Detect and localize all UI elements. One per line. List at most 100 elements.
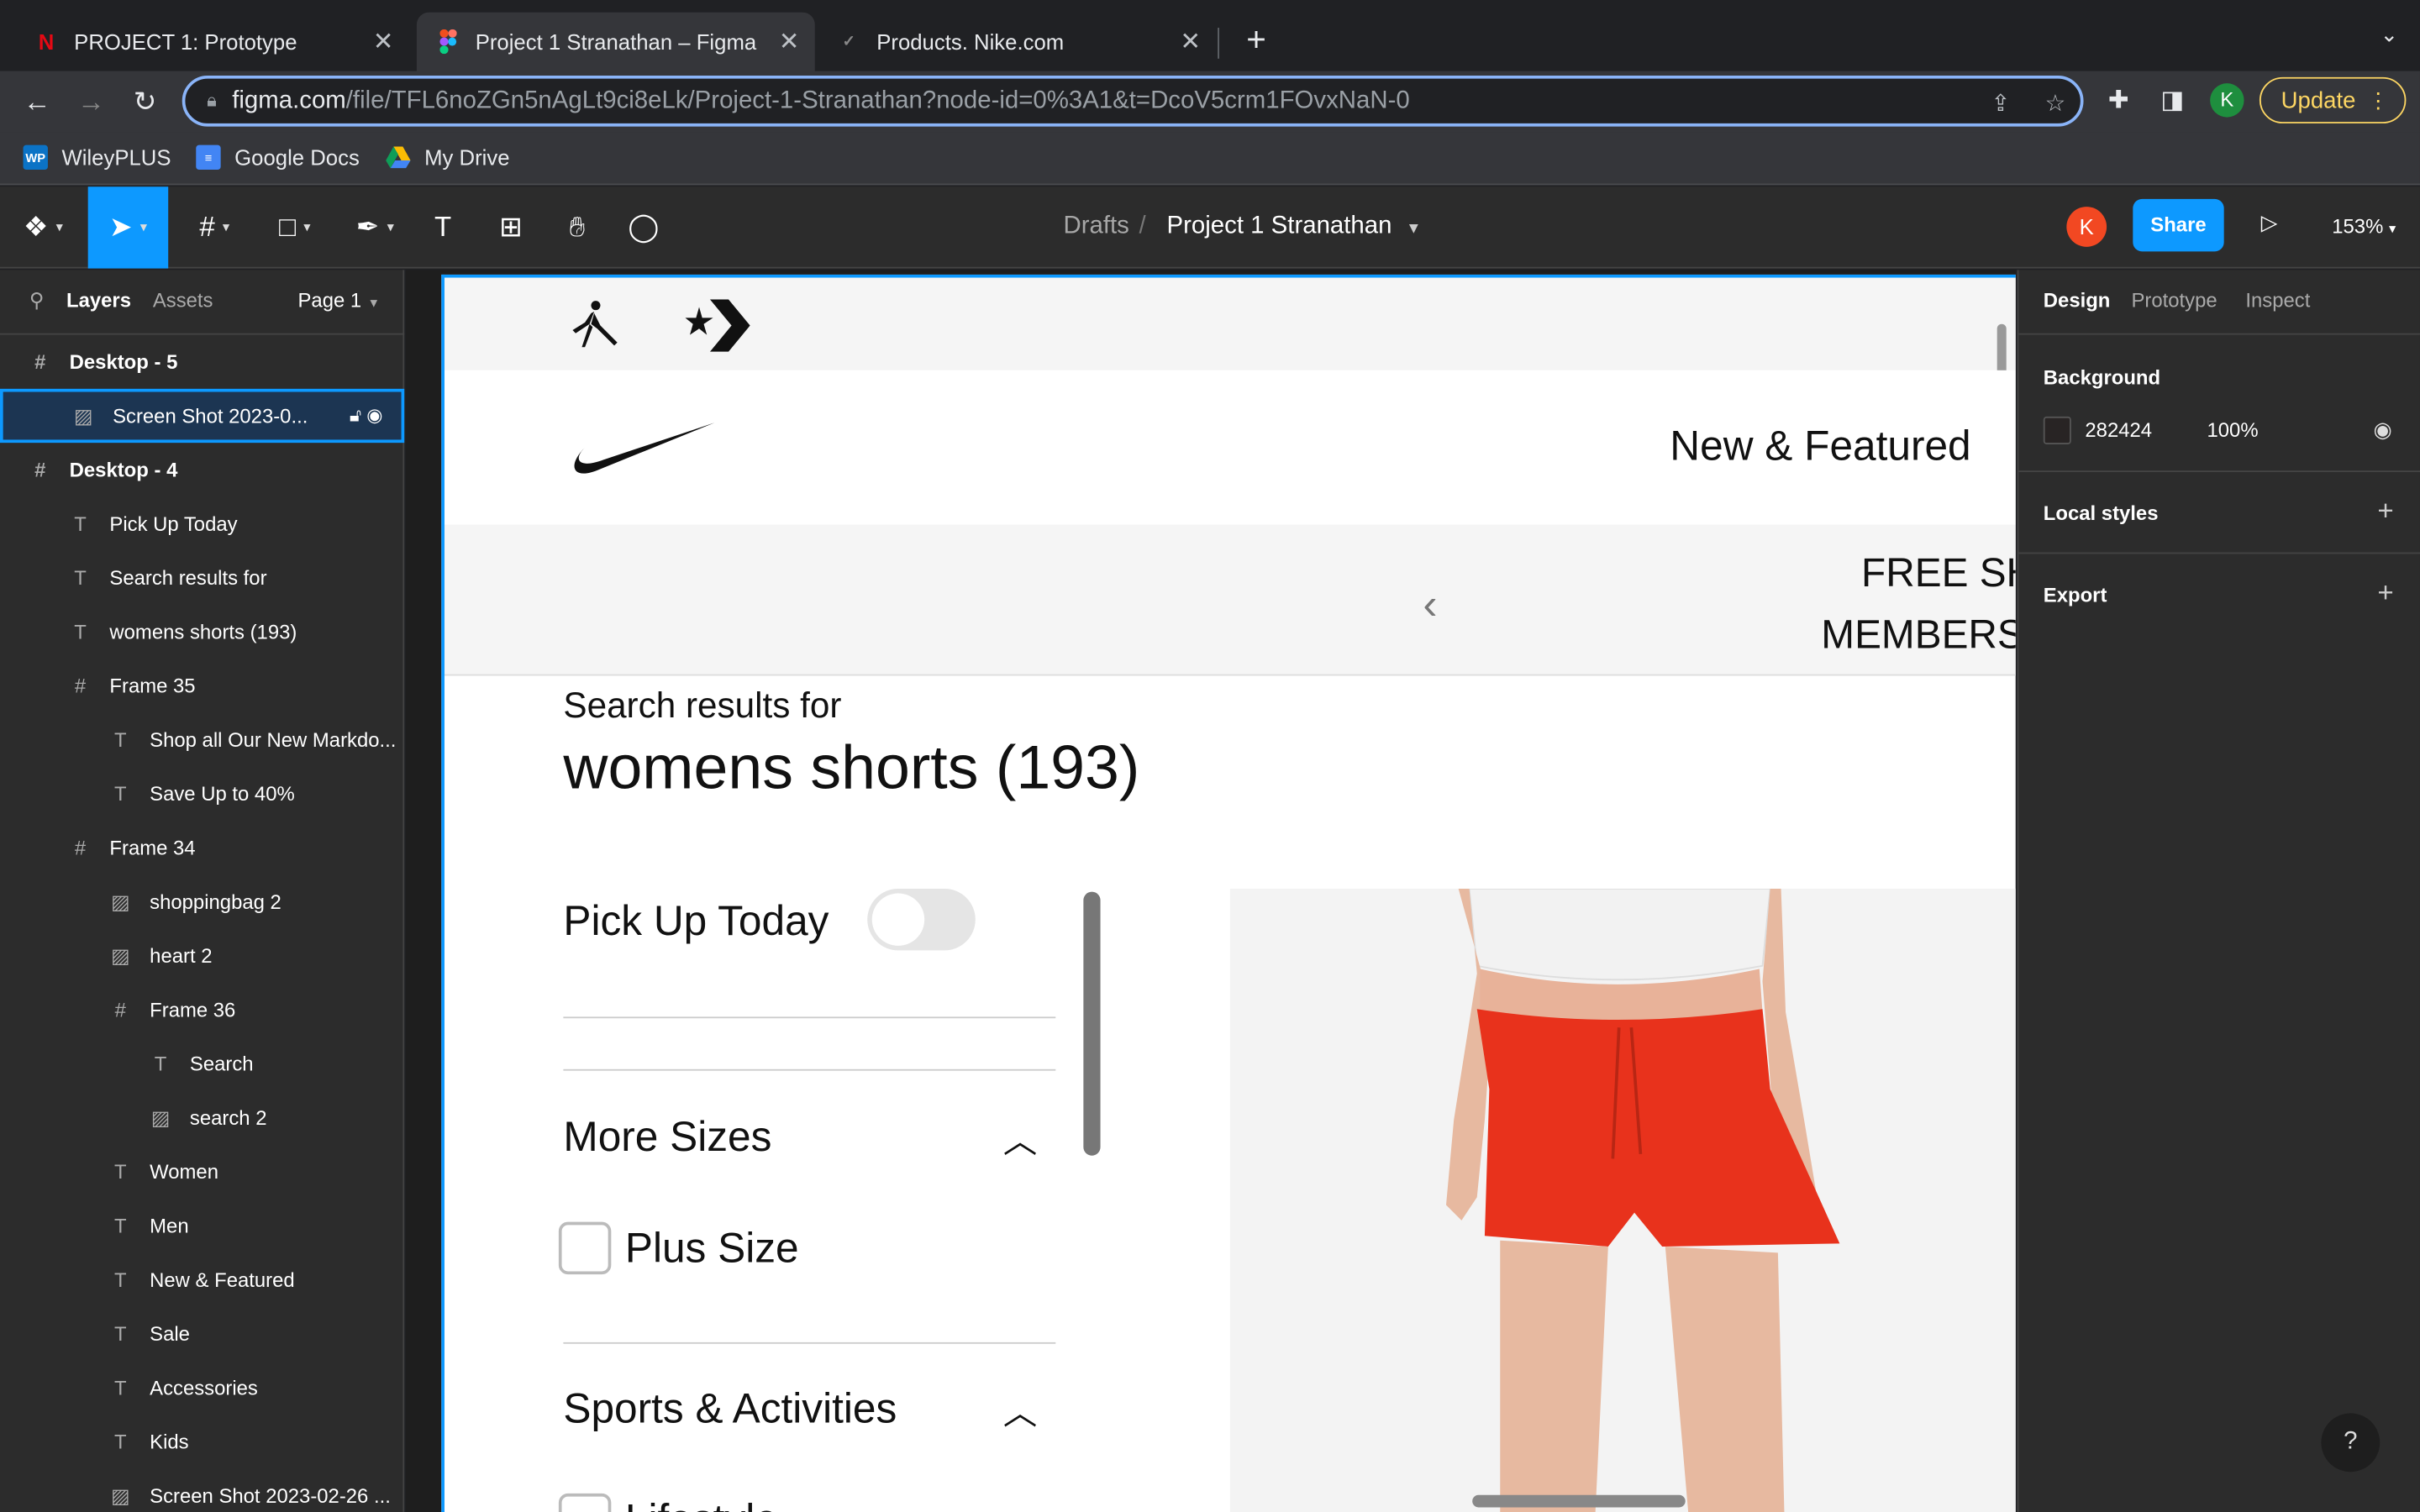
tab-figma[interactable]: Project 1 Stranathan – Figma ✕	[416, 12, 815, 71]
layer-row[interactable]: ▨ Screen Shot 2023-02-26 ...	[0, 1469, 404, 1512]
figma-main-menu[interactable]: ❖ ▾	[0, 186, 87, 268]
tab-prototype[interactable]: Prototype	[2131, 288, 2217, 312]
layer-row[interactable]: ▨ Screen Shot 2023-0... 🔓︎ ◉	[0, 388, 405, 444]
side-panel-icon[interactable]: ◨	[2160, 85, 2184, 116]
pen-tool[interactable]: ✒ ▾	[335, 186, 416, 268]
bookmark-google-docs[interactable]: ≡ Google Docs	[196, 144, 360, 171]
resources-tool[interactable]: ⊞	[487, 186, 536, 268]
frame-hash-icon: #	[199, 211, 215, 243]
sports-activities-heading[interactable]: Sports & Activities	[563, 1385, 897, 1433]
product-photo-red-shorts[interactable]	[1229, 888, 2016, 1512]
image-layer-icon: ▨	[73, 403, 93, 427]
layer-row[interactable]: ▨ shoppingbag 2	[0, 874, 404, 928]
lifestyle-checkbox[interactable]	[558, 1493, 612, 1512]
tab-nike[interactable]: ✓ Products. Nike.com ✕	[818, 13, 1216, 71]
background-hex-input[interactable]: 282424	[2085, 418, 2152, 442]
new-tab-button[interactable]: +	[1234, 18, 1277, 61]
layer-row[interactable]: T Women	[0, 1145, 404, 1199]
close-icon[interactable]: ✕	[1180, 26, 1201, 57]
file-title[interactable]: Project 1 Stranathan	[1167, 213, 1392, 240]
chevron-down-icon[interactable]: ▼	[1406, 221, 1421, 238]
layer-row[interactable]: Twomens shorts (193)	[0, 605, 404, 659]
eye-visibility-icon[interactable]: ◉	[2373, 417, 2391, 443]
bookmark-my-drive[interactable]: My Drive	[386, 145, 510, 170]
layer-row[interactable]: # Frame 34	[0, 821, 404, 874]
layer-row[interactable]: T Kids	[0, 1415, 404, 1468]
layer-row[interactable]: # Desktop - 4	[0, 443, 404, 496]
layer-row[interactable]: ▨ search 2	[0, 1091, 404, 1145]
present-play-icon[interactable]: ▷	[2261, 210, 2278, 236]
bookmark-label: Google Docs	[234, 144, 360, 171]
zoom-level[interactable]: 153% ▾	[2332, 214, 2396, 238]
layer-row[interactable]: T Men	[0, 1199, 404, 1252]
nav-new-featured[interactable]: New & Featured	[1670, 423, 1970, 470]
bookmark-wileyplus[interactable]: WP WileyPLUS	[23, 144, 171, 171]
background-opacity-input[interactable]: 100%	[2207, 418, 2258, 442]
layer-row[interactable]: # Frame 36	[0, 983, 404, 1037]
layer-row[interactable]: T Search results for	[0, 551, 404, 605]
close-icon[interactable]: ✕	[779, 26, 800, 57]
help-button[interactable]: ?	[2321, 1413, 2381, 1473]
tab-search-chevron-icon[interactable]: ⌄	[2381, 22, 2399, 48]
lock-eye-icons[interactable]: 🔓︎ ◉	[350, 404, 383, 428]
reload-icon[interactable]: ↻	[124, 81, 166, 123]
resources-icon: ⊞	[499, 211, 523, 243]
share-button[interactable]: Share	[2133, 198, 2224, 252]
add-plus-icon[interactable]: +	[2377, 577, 2393, 610]
text-tool[interactable]: T	[418, 186, 468, 268]
search-icon[interactable]: ⚲	[29, 288, 45, 312]
shape-tool[interactable]: □ ▾	[255, 186, 335, 268]
update-button[interactable]: Update ⋮	[2259, 76, 2407, 123]
move-tool[interactable]: ➤ ▾	[87, 186, 169, 269]
image-layer-icon: ▨	[150, 1105, 171, 1129]
bookmark-star-icon[interactable]: ☆	[2045, 90, 2066, 117]
image-layer-icon: ▨	[110, 943, 130, 967]
layer-row[interactable]: T Sale	[0, 1307, 404, 1361]
add-plus-icon[interactable]: +	[2377, 496, 2393, 528]
layer-row[interactable]: T New & Featured	[0, 1252, 404, 1306]
frame-layer-icon: #	[74, 836, 87, 860]
frame-tool[interactable]: # ▾	[175, 186, 255, 268]
tab-design[interactable]: Design	[2044, 288, 2111, 312]
breadcrumb-drafts[interactable]: Drafts	[1063, 213, 1128, 240]
tab-assets[interactable]: Assets	[153, 288, 213, 312]
hand-tool[interactable]: ✋︎	[553, 186, 602, 268]
page-selector[interactable]: Page 1 ▼	[297, 288, 380, 312]
layer-row[interactable]: T Search	[0, 1037, 404, 1090]
breadcrumb-separator: /	[1139, 213, 1146, 239]
text-layer-icon: T	[113, 1430, 127, 1454]
profile-avatar[interactable]: K	[2210, 83, 2244, 118]
share-page-icon[interactable]: ⇪	[1991, 90, 2010, 117]
layer-row[interactable]: # Desktop - 5	[0, 335, 404, 389]
chevron-up-icon[interactable]: ︿	[1003, 1385, 1037, 1435]
layer-row[interactable]: T Pick Up Today	[0, 496, 404, 550]
plus-size-checkbox[interactable]	[558, 1221, 612, 1275]
more-sizes-heading[interactable]: More Sizes	[563, 1114, 771, 1162]
tab-inspect[interactable]: Inspect	[2245, 288, 2310, 312]
extensions-puzzle-icon[interactable]: ✚	[2108, 85, 2129, 116]
tab-layers[interactable]: Layers	[66, 288, 131, 312]
layer-row[interactable]: ▨ heart 2	[0, 929, 404, 983]
filter-scrollbar[interactable]	[1083, 891, 1101, 1156]
layer-row[interactable]: # Frame 35	[0, 659, 404, 712]
address-bar[interactable]: 🔒︎ figma.com/file/TFL6noZGn5nAgLt9ci8eLk…	[182, 75, 2084, 127]
zoom-value: 153%	[2332, 214, 2384, 238]
chevron-left-icon[interactable]: ‹	[1423, 580, 1437, 630]
layer-row[interactable]: T Shop all Our New Markdo...	[0, 713, 404, 767]
forward-arrow-icon[interactable]: →	[70, 81, 113, 123]
frame-layer-icon: #	[114, 998, 126, 1021]
layer-row[interactable]: T Save Up to 40%	[0, 767, 404, 821]
layer-row[interactable]: T Accessories	[0, 1361, 404, 1415]
canvas-horizontal-scrollbar[interactable]	[1472, 1494, 1686, 1508]
pickup-toggle[interactable]	[867, 888, 976, 951]
desktop-frame[interactable]: New & Featured ‹ FREE SH MEMBERS Search …	[441, 274, 2016, 1512]
tab-project-prototype[interactable]: N PROJECT 1: Prototype ✕	[15, 13, 408, 71]
back-arrow-icon[interactable]: ←	[15, 81, 58, 123]
comment-tool[interactable]: ◯	[619, 186, 669, 268]
design-canvas[interactable]: New & Featured ‹ FREE SH MEMBERS Search …	[406, 270, 2016, 1512]
user-avatar[interactable]: K	[2066, 207, 2107, 247]
background-color-swatch[interactable]	[2043, 416, 2071, 444]
lifestyle-label: Lifestyle	[625, 1497, 778, 1512]
close-icon[interactable]: ✕	[373, 26, 394, 57]
chevron-up-icon[interactable]: ︿	[1003, 1114, 1037, 1163]
